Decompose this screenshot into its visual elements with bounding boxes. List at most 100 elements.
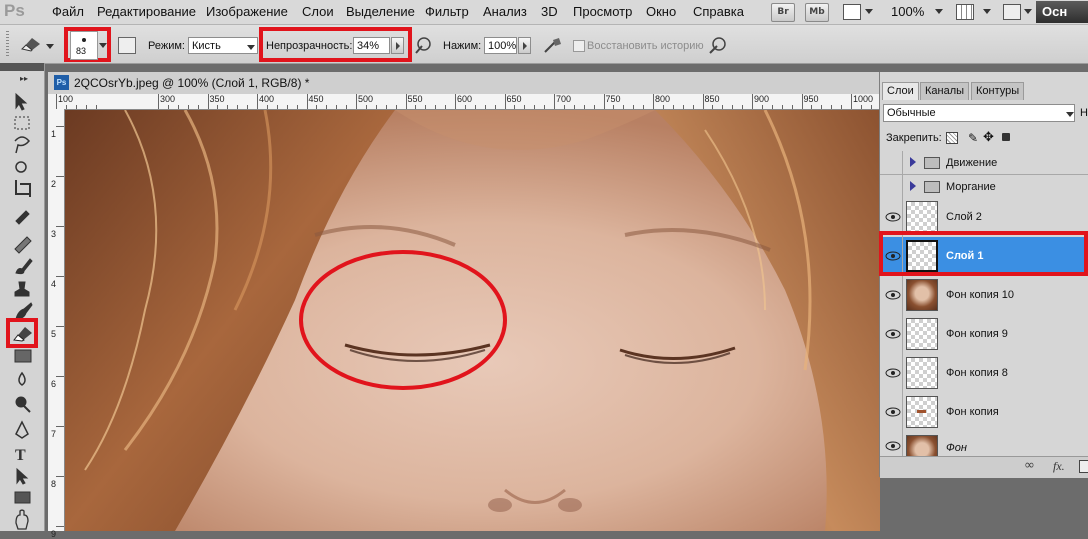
visibility-toggle[interactable] xyxy=(884,393,903,432)
menu-edit[interactable]: Редактирование xyxy=(97,4,196,19)
zoom-level[interactable]: 100% xyxy=(891,4,924,19)
grip-handle[interactable] xyxy=(6,31,9,57)
menu-image[interactable]: Изображение xyxy=(206,4,288,19)
ruler-minor-tick xyxy=(445,105,447,109)
clone-stamp-tool-icon xyxy=(14,281,30,297)
visibility-toggle[interactable] xyxy=(884,151,903,174)
ruler-minor-tick xyxy=(375,105,377,109)
ruler-minor-tick xyxy=(326,105,328,109)
opacity-field[interactable]: 34% xyxy=(353,37,390,54)
bridge-button[interactable]: Br xyxy=(771,3,795,22)
lock-position-icon[interactable]: ✥ xyxy=(983,130,994,145)
blend-mode-select[interactable]: Обычные xyxy=(883,104,1075,122)
extras-icon[interactable] xyxy=(843,4,861,20)
type-tool-icon: T xyxy=(15,447,26,464)
chevron-down-icon[interactable] xyxy=(46,44,54,49)
visibility-toggle[interactable] xyxy=(884,315,903,354)
tab-layers[interactable]: Слои xyxy=(882,82,919,100)
workspace-button[interactable]: Осн xyxy=(1036,1,1088,23)
expand-arrow-icon[interactable] xyxy=(910,181,916,191)
restore-history-checkbox[interactable] xyxy=(573,40,585,52)
eraser-icon[interactable] xyxy=(18,35,44,56)
menu-layers[interactable]: Слои xyxy=(302,4,334,19)
layer-name: Фон xyxy=(946,442,967,454)
ruler-minor-tick xyxy=(425,105,427,109)
ruler-label: 750 xyxy=(605,94,621,104)
expand-arrow-icon[interactable] xyxy=(910,157,916,167)
ruler-label: 450 xyxy=(308,94,324,104)
mask-icon[interactable] xyxy=(1079,460,1088,473)
layer-group-row[interactable]: Движение xyxy=(880,151,1088,175)
visibility-toggle[interactable] xyxy=(884,432,903,456)
layer-name: Фон копия xyxy=(946,406,999,418)
gradient-tool-icon xyxy=(14,349,32,363)
lock-transparent-icon[interactable] xyxy=(946,132,958,144)
layer-row[interactable]: Фон копия 10 xyxy=(880,276,1088,316)
chevron-down-icon[interactable] xyxy=(247,45,255,50)
airbrush-icon[interactable] xyxy=(543,36,563,57)
menu-help[interactable]: Справка xyxy=(693,4,744,19)
menu-3d[interactable]: 3D xyxy=(541,4,558,19)
ruler-minor-tick xyxy=(613,105,615,109)
mini-bridge-button[interactable]: Mb xyxy=(805,3,829,22)
link-icon[interactable]: ∞ xyxy=(1024,458,1035,473)
ruler-minor-tick xyxy=(841,105,843,109)
ruler-minor-tick xyxy=(643,105,645,109)
fx-icon[interactable]: fx. xyxy=(1053,459,1065,474)
ruler-minor-tick xyxy=(484,105,486,109)
crop-tool-icon xyxy=(15,180,31,197)
chevron-down-icon[interactable] xyxy=(935,9,943,14)
ruler-minor-tick xyxy=(712,105,714,109)
ruler-minor-tick xyxy=(75,105,77,109)
ruler-tick xyxy=(56,326,64,327)
opacity-slider-button[interactable] xyxy=(391,37,404,54)
menu-analysis[interactable]: Анализ xyxy=(483,4,527,19)
chevron-down-icon[interactable] xyxy=(99,43,107,48)
visibility-toggle[interactable] xyxy=(884,276,903,315)
layer-row[interactable]: Фон копия 8 xyxy=(880,354,1088,394)
menu-window[interactable]: Окно xyxy=(646,4,676,19)
screen-mode-icon[interactable] xyxy=(1003,4,1021,20)
menu-filter[interactable]: Фильтр xyxy=(425,4,469,19)
canvas[interactable] xyxy=(65,110,880,531)
lock-all-icon[interactable] xyxy=(1002,133,1010,141)
brush-panel-icon[interactable] xyxy=(118,37,136,54)
ruler-minor-tick xyxy=(623,105,625,109)
brush-preset-picker[interactable]: 83 xyxy=(70,31,98,60)
menu-select[interactable]: Выделение xyxy=(346,4,415,19)
tablet-size-icon[interactable] xyxy=(708,36,728,57)
ruler-tick xyxy=(56,376,64,377)
document-tab-title[interactable]: 2QCOsrYb.jpeg @ 100% (Слой 1, RGB/8) * xyxy=(74,76,309,90)
ruler-minor-tick xyxy=(583,105,585,109)
pressure-slider-button[interactable] xyxy=(518,37,531,54)
layer-row[interactable]: Фон копия 9 xyxy=(880,315,1088,355)
lock-pixels-icon[interactable]: ✎ xyxy=(968,131,978,145)
pressure-field[interactable]: 100% xyxy=(484,37,517,54)
chevron-down-icon[interactable] xyxy=(983,9,991,14)
eraser-tool[interactable] xyxy=(12,323,34,346)
ruler-minor-tick xyxy=(85,105,87,109)
ruler-label: 6 xyxy=(51,379,57,389)
layer-name: Движение xyxy=(946,157,998,169)
ruler-label: 350 xyxy=(209,94,225,104)
menu-view[interactable]: Просмотр xyxy=(573,4,632,19)
visibility-toggle[interactable] xyxy=(884,354,903,393)
chevron-down-icon[interactable] xyxy=(865,9,873,14)
tab-paths[interactable]: Контуры xyxy=(971,82,1025,100)
ruler-label: 800 xyxy=(655,94,671,104)
chevron-down-icon[interactable] xyxy=(1024,9,1032,14)
layer-group-row[interactable]: Моргание xyxy=(880,175,1088,199)
ruler-minor-tick xyxy=(563,105,565,109)
tab-channels[interactable]: Каналы xyxy=(920,82,970,100)
menu-file[interactable]: Файл xyxy=(52,4,84,19)
chevron-down-icon[interactable] xyxy=(1066,112,1074,117)
layer-row[interactable]: Фон копия xyxy=(880,393,1088,433)
tablet-opacity-icon[interactable] xyxy=(414,36,432,57)
eye-icon xyxy=(885,407,901,417)
layer-row[interactable]: Фон xyxy=(880,432,1088,457)
ruler-tick xyxy=(56,226,64,227)
photoshop-logo: Ps xyxy=(4,1,25,20)
brush-size: 83 xyxy=(76,46,87,56)
arrange-documents-icon[interactable] xyxy=(956,4,974,20)
visibility-toggle[interactable] xyxy=(884,175,903,198)
